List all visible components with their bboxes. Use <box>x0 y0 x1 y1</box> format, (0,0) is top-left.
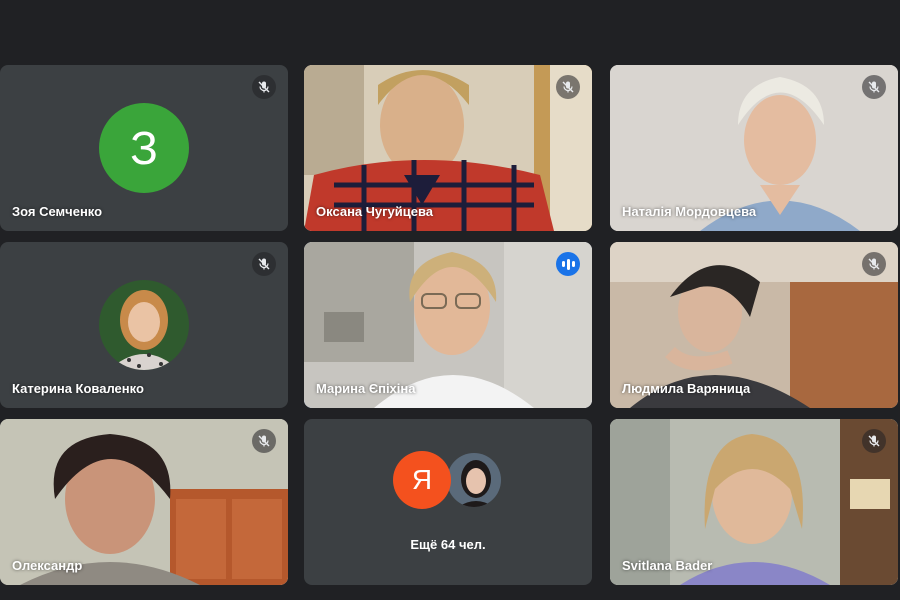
participant-name: Катерина Коваленко <box>12 381 144 396</box>
participant-name: Марина Єпіхіна <box>316 381 416 396</box>
mic-off-icon <box>862 75 886 99</box>
participant-name: Олександр <box>12 558 83 573</box>
participant-tile-natalia[interactable]: Наталія Мордовцева <box>610 65 898 231</box>
participant-tile-svitlana[interactable]: Svitlana Bader <box>610 419 898 585</box>
meeting-grid: { "participants": [ {"name": "Зоя Семчен… <box>0 0 900 600</box>
participant-name: Наталія Мордовцева <box>622 204 757 219</box>
avatar-photo <box>445 451 503 509</box>
more-participants-tile[interactable]: Я Ещё 64 чел. <box>304 419 592 585</box>
avatar-photo <box>99 280 189 370</box>
mic-off-icon <box>862 429 886 453</box>
participant-tile-liudmyla[interactable]: Людмила Варяница <box>610 242 898 408</box>
participant-name: Оксана Чугуйцева <box>316 204 434 219</box>
participant-name: Зоя Семченко <box>12 204 103 219</box>
participant-tile-kateryna[interactable]: Катерина Коваленко <box>0 242 288 408</box>
avatar-initial: Я <box>393 451 451 509</box>
participant-tile-maryna[interactable]: Марина Єпіхіна <box>304 242 592 408</box>
participant-name: Svitlana Bader <box>622 558 713 573</box>
participant-name: Людмила Варяница <box>622 381 751 396</box>
mic-off-icon <box>252 75 276 99</box>
participant-tile-zoia[interactable]: З Зоя Семченко <box>0 65 288 231</box>
participant-tile-oleksandr[interactable]: Олександр <box>0 419 288 585</box>
avatar-initial: З <box>99 103 189 193</box>
mic-off-icon <box>556 75 580 99</box>
mic-off-icon <box>252 252 276 276</box>
more-participants-label: Ещё 64 чел. <box>410 537 486 552</box>
speaking-indicator-icon <box>556 252 580 276</box>
mic-off-icon <box>252 429 276 453</box>
mic-off-icon <box>862 252 886 276</box>
participant-tile-oksana[interactable]: Оксана Чугуйцева <box>304 65 592 231</box>
